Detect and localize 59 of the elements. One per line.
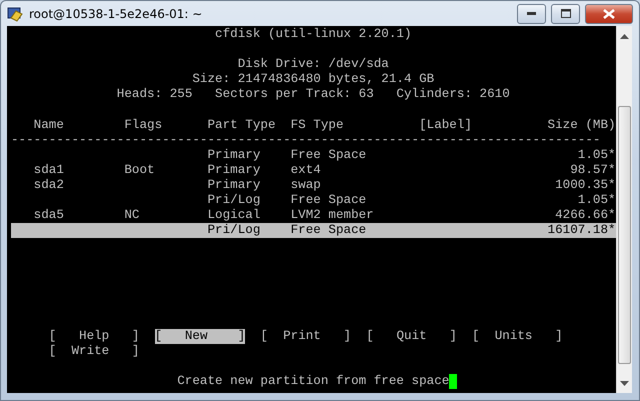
table-cell: Primary xyxy=(207,162,260,177)
table-cell: 16107.18* xyxy=(548,223,616,238)
program-title: cfdisk (util-linux 2.20.1) xyxy=(215,27,412,41)
column-header: FS Type xyxy=(290,118,344,132)
minimize-icon xyxy=(527,12,536,15)
partition-row[interactable]: Pri/Log Free Space 1.05* xyxy=(11,193,616,208)
partition-row[interactable]: sda2 Primary swap 1000.35* xyxy=(11,178,616,194)
partition-row[interactable]: Pri/Log Free Space 16107.18* xyxy=(11,223,616,238)
partition-row[interactable]: sda1 Boot Primary ext4 98.57* xyxy=(11,162,616,178)
scroll-down-icon[interactable] xyxy=(620,381,629,387)
table-cell: Primary xyxy=(207,178,260,192)
menu-button[interactable]: [ Help ] xyxy=(48,328,140,344)
disk-info: Heads: 255 Sectors per Track: 63 Cylinders: 2610 xyxy=(116,87,510,102)
status-message: Create new partition from free space xyxy=(177,374,450,390)
table-cell: sda1 xyxy=(34,162,64,177)
table-cell: Logical xyxy=(207,208,260,222)
table-cell: NC xyxy=(124,208,140,222)
text-cursor xyxy=(449,374,457,390)
scrollbar-thumb[interactable] xyxy=(618,106,631,364)
disk-info: Disk Drive: /dev/sda xyxy=(238,57,389,72)
menu-button[interactable]: [ Units ] xyxy=(472,328,563,344)
column-header: Name xyxy=(34,118,64,132)
table-cell: LVM2 member xyxy=(290,208,374,222)
menu-button[interactable]: [ New ] xyxy=(154,328,246,344)
maximize-icon xyxy=(560,9,570,18)
menu-button[interactable]: [ Quit ] xyxy=(366,328,457,344)
table-cell: Pri/Log xyxy=(207,193,260,208)
close-button[interactable] xyxy=(585,4,633,24)
divider-line: ------------------------------------------------------------------------------ xyxy=(11,132,600,148)
table-cell: Pri/Log xyxy=(207,223,260,238)
table-cell: 1.05* xyxy=(578,193,616,208)
close-icon xyxy=(603,8,615,18)
table-cell: swap xyxy=(290,178,321,192)
column-header: Part Type xyxy=(207,118,276,132)
menu-button[interactable]: [ Print ] xyxy=(260,328,352,344)
table-cell: Free Space xyxy=(290,148,366,162)
table-cell: 1.05* xyxy=(578,148,616,162)
table-cell: Free Space xyxy=(290,223,366,238)
menu-button[interactable]: [ Write ] xyxy=(48,344,140,360)
window-title: root@10538-1-5e2e46-01: ~ xyxy=(29,6,204,20)
table-cell: Primary xyxy=(207,148,260,162)
column-header: Size (MB) xyxy=(548,118,616,132)
table-cell: 4266.66* xyxy=(555,208,616,222)
maximize-button[interactable] xyxy=(551,4,580,24)
table-cell: sda5 xyxy=(34,208,64,222)
table-cell: sda2 xyxy=(34,178,64,192)
disk-info: Size: 21474836480 bytes, 21.4 GB xyxy=(192,72,434,86)
terminal-icon xyxy=(7,6,23,22)
scroll-up-icon[interactable] xyxy=(620,34,629,40)
minimize-button[interactable] xyxy=(517,4,546,24)
partition-row[interactable]: Primary Free Space 1.05* xyxy=(11,148,616,163)
table-cell: ext4 xyxy=(290,162,321,177)
table-cell: 1000.35* xyxy=(555,178,616,192)
table-cell: 98.57* xyxy=(570,162,616,177)
column-header: [Label] xyxy=(419,118,472,132)
table-cell: Boot xyxy=(124,162,155,177)
column-header: Flags xyxy=(124,118,162,132)
table-cell: Free Space xyxy=(290,193,366,208)
partition-row[interactable]: sda5 NC Logical LVM2 member 4266.66* xyxy=(11,208,616,224)
